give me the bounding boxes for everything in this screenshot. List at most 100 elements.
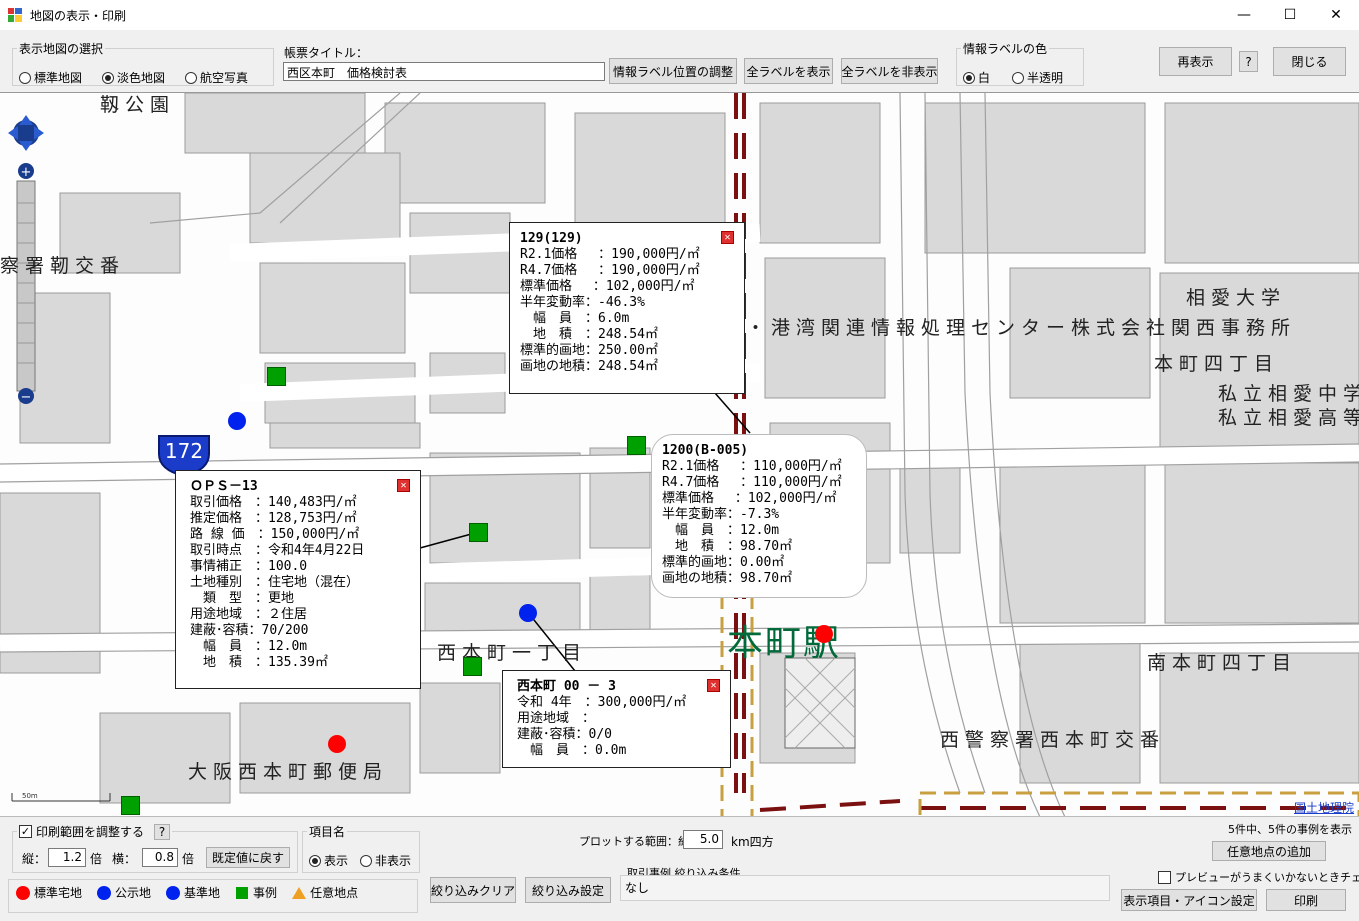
legend-arbitrary-point: 任意地点	[291, 884, 358, 901]
hide-all-labels-button[interactable]: 全ラベルを非表示	[841, 58, 938, 84]
info-row: 標準的画地：0.00㎡	[662, 555, 785, 570]
preview-checkbox[interactable]	[1158, 870, 1171, 884]
show-all-labels-button[interactable]: 全ラベルを表示	[744, 58, 833, 84]
green-square-icon	[236, 886, 249, 899]
vertical-unit: 倍	[90, 852, 103, 866]
adjust-label-position-button[interactable]: 情報ラベル位置の調整	[609, 58, 737, 84]
orange-triangle-icon	[292, 886, 307, 899]
redisplay-button[interactable]: 再表示	[1159, 47, 1232, 76]
report-title-label: 帳票タイトル：	[284, 46, 369, 60]
radio-translucent[interactable]: 半透明	[1012, 69, 1063, 86]
info-row: 幅 員 ：0.0m	[517, 743, 627, 758]
close-icon[interactable]: ✕	[721, 231, 734, 244]
close-icon[interactable]: ✕	[397, 479, 410, 492]
legend-public-land: 公示地	[96, 884, 151, 901]
vertical-scale-input[interactable]: 1.2	[48, 848, 86, 867]
maximize-button[interactable]: ☐	[1267, 0, 1313, 30]
print-button[interactable]: 印刷	[1266, 889, 1346, 911]
clear-filter-button[interactable]: 絞り込みクリア	[430, 877, 516, 903]
preview-check[interactable]: プレビューがうまくいかないときチェック	[1158, 869, 1359, 885]
info-row: R2.1価格 ：110,000円/㎡	[662, 459, 842, 474]
vertical-label: 縦：	[22, 852, 47, 866]
add-arbitrary-point-button[interactable]: 任意地点の追加	[1212, 841, 1326, 861]
info-label-title: 西本町 00 － 3	[517, 679, 616, 694]
info-label-129[interactable]: ✕ 129(129) R2.1価格 ：190,000円/㎡ R4.7価格 ：19…	[509, 222, 745, 394]
info-row: 幅 員 ：12.0m	[190, 639, 308, 654]
standard-lot-marker[interactable]	[815, 625, 833, 643]
info-row: 幅 員 ：6.0m	[520, 311, 630, 326]
reset-default-button[interactable]: 既定値に戻す	[206, 847, 290, 868]
help-button[interactable]: ?	[1239, 51, 1258, 72]
info-row: 画地の地積：248.54㎡	[520, 359, 658, 374]
close-window-button[interactable]: ✕	[1313, 0, 1359, 30]
radio-aerial-photo[interactable]: 航空写真	[185, 69, 248, 86]
map-label-soai-univ: 相愛大学	[1186, 287, 1287, 309]
info-row: 標準価格 ：102,000円/㎡	[662, 491, 837, 506]
display-setting-button[interactable]: 表示項目・アイコン設定	[1121, 889, 1257, 911]
horizontal-scale-input[interactable]: 0.8	[142, 848, 178, 867]
map-label-police-box: 察署靭交番	[0, 255, 126, 277]
info-label-title: ＯＰＳ－13	[190, 479, 258, 494]
red-circle-icon	[16, 885, 30, 900]
info-row: 地 積 ：98.70㎡	[662, 539, 793, 554]
radio-item-hide[interactable]: 非表示	[360, 852, 411, 869]
case-marker[interactable]	[267, 367, 286, 386]
print-range-checkbox[interactable]: ✓	[19, 825, 32, 838]
info-label-ops13[interactable]: ✕ ＯＰＳ－13 取引価格 ：140,483円/㎡ 推定価格 ：128,753円…	[175, 470, 421, 689]
public-land-marker[interactable]	[519, 604, 537, 622]
case-marker[interactable]	[463, 657, 482, 676]
print-range-help-button[interactable]: ?	[154, 823, 171, 840]
filter-setting-button[interactable]: 絞り込み設定	[525, 877, 611, 903]
report-title-input[interactable]: 西区本町 価格検討表	[283, 62, 605, 81]
info-row: 地 積 ：135.39㎡	[190, 655, 328, 670]
info-row: R4.7価格 ：110,000円/㎡	[662, 475, 842, 490]
map-label-park: 靱公園	[100, 94, 176, 116]
radio-standard-map[interactable]: 標準地図	[19, 69, 82, 86]
blue-circle-icon	[166, 885, 181, 900]
map-label-nishihonmachi1: 西本町一丁目	[437, 642, 588, 664]
svg-text:−: −	[21, 390, 32, 405]
radio-item-show[interactable]: 表示	[309, 852, 348, 869]
radio-light-map[interactable]: 淡色地図	[102, 69, 165, 86]
map-label-post-office: 大阪西本町郵便局	[188, 761, 389, 783]
gsi-link[interactable]: 国土地理院	[1294, 799, 1354, 816]
bottom-panel: ✓ 印刷範囲を調整する ? 縦： 1.2 倍 横： 0.8 倍 既定値に戻す 項…	[0, 816, 1359, 921]
map-view[interactable]: + − 172 靱公園 察署靭交番 ・港湾関連情報処理センター株式会社関西事務所…	[0, 92, 1359, 816]
route-number: 172	[164, 439, 204, 463]
standard-lot-marker[interactable]	[328, 735, 346, 753]
map-select-group: 表示地図の選択 標準地図 淡色地図 航空写真	[12, 40, 274, 86]
info-row: 事情補正 ：100.0	[190, 559, 308, 574]
map-label-port-center: ・港湾関連情報処理センター株式会社関西事務所	[746, 317, 1297, 339]
title-bar: 地図の表示・印刷 — ☐ ✕	[0, 0, 1359, 30]
case-marker[interactable]	[121, 796, 140, 815]
toolbar: 表示地図の選択 標準地図 淡色地図 航空写真 帳票タイトル： 西区本町 価格検討…	[0, 30, 1359, 92]
preview-check-label: プレビューがうまくいかないときチェック	[1175, 871, 1359, 884]
case-count-text: 5件中、5件の事例を表示	[1228, 823, 1352, 836]
case-marker[interactable]	[469, 523, 488, 542]
info-row: 取引時点 ：令和4年4月22日	[190, 543, 365, 558]
info-row: 推定価格 ：128,753円/㎡	[190, 511, 357, 526]
close-icon[interactable]: ✕	[707, 679, 720, 692]
info-row: R4.7価格 ：190,000円/㎡	[520, 263, 700, 278]
info-row: 用途地域 ：	[517, 711, 596, 726]
info-row: 建蔽･容積：70/200	[190, 623, 309, 638]
label-color-group: 情報ラベルの色 白 半透明	[956, 40, 1084, 86]
plot-range-label: プロットする範囲：約	[579, 835, 689, 848]
public-land-marker[interactable]	[228, 412, 246, 430]
item-name-group: 項目名 表示 非表示	[302, 823, 420, 873]
info-row: 路 線 価 ：150,000円/㎡	[190, 527, 360, 542]
legend-standard-lot: 標準宅地	[15, 884, 82, 901]
info-label-1200[interactable]: 1200(B-005) R2.1価格 ：110,000円/㎡ R4.7価格 ：1…	[651, 434, 867, 598]
map-label-minamihonmachi4: 南本町四丁目	[1147, 652, 1298, 674]
plot-range-input[interactable]: 5.0	[683, 830, 723, 849]
info-label-title: 1200(B-005)	[662, 443, 749, 458]
case-marker[interactable]	[627, 436, 646, 455]
blue-circle-icon	[97, 885, 112, 900]
legend-benchmark-land: 基準地	[165, 884, 220, 901]
info-label-nishihonmachi[interactable]: ✕ 西本町 00 － 3 令和 4年 ：300,000円/㎡ 用途地域 ： 建蔽…	[502, 670, 731, 768]
horizontal-unit: 倍	[182, 852, 195, 866]
minimize-button[interactable]: —	[1221, 0, 1267, 30]
radio-white[interactable]: 白	[963, 69, 990, 86]
info-row: R2.1価格 ：190,000円/㎡	[520, 247, 700, 262]
close-button[interactable]: 閉じる	[1273, 47, 1346, 76]
